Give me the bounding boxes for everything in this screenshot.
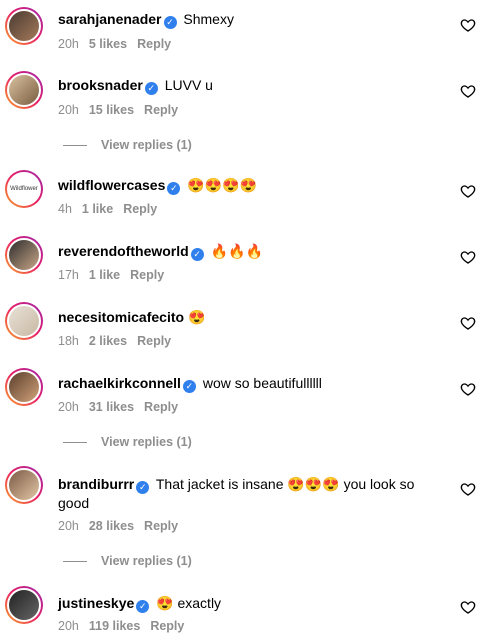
like-heart-icon[interactable] (460, 249, 476, 265)
likes-count[interactable]: 15 likes (89, 103, 134, 117)
like-heart-icon[interactable] (460, 17, 476, 33)
view-replies-button[interactable]: View replies (1) (63, 554, 192, 568)
username[interactable]: justineskye (58, 595, 134, 611)
likes-count[interactable]: 28 likes (89, 519, 134, 533)
username[interactable]: brooksnader (58, 77, 143, 93)
username[interactable]: necesitomicafecito (58, 309, 184, 325)
reply-button[interactable]: Reply (123, 202, 157, 216)
avatar[interactable] (5, 236, 43, 274)
likes-count[interactable]: 31 likes (89, 400, 134, 414)
like-heart-icon[interactable] (460, 599, 476, 615)
likes-count[interactable]: 1 like (82, 202, 113, 216)
time: 18h (58, 334, 79, 348)
divider (63, 442, 87, 444)
avatar[interactable] (5, 368, 43, 406)
reply-button[interactable]: Reply (144, 400, 178, 414)
time: 20h (58, 37, 79, 51)
avatar[interactable]: Wildflower (5, 170, 43, 208)
username[interactable]: brandiburrr (58, 476, 134, 492)
reply-button[interactable]: Reply (137, 334, 171, 348)
like-heart-icon[interactable] (460, 83, 476, 99)
divider (63, 561, 87, 563)
like-heart-icon[interactable] (460, 315, 476, 331)
like-heart-icon[interactable] (460, 183, 476, 199)
username[interactable]: wildflowercases (58, 177, 165, 193)
verified-badge-icon: ✓ (136, 481, 150, 494)
comment-text: 😍😍😍😍 (187, 177, 258, 193)
time: 17h (58, 268, 79, 282)
verified-badge-icon: ✓ (190, 248, 204, 261)
like-heart-icon[interactable] (460, 481, 476, 497)
avatar[interactable] (5, 586, 43, 624)
avatar[interactable] (5, 466, 43, 504)
avatar[interactable] (5, 7, 43, 45)
reply-button[interactable]: Reply (130, 268, 164, 282)
username[interactable]: reverendoftheworld (58, 243, 189, 259)
avatar[interactable] (5, 302, 43, 340)
likes-count[interactable]: 1 like (89, 268, 120, 282)
username[interactable]: rachaelkirkconnell (58, 375, 181, 391)
time: 20h (58, 519, 79, 533)
time: 20h (58, 400, 79, 414)
likes-count[interactable]: 119 likes (89, 619, 140, 633)
likes-count[interactable]: 2 likes (89, 334, 127, 348)
verified-badge-icon: ✓ (167, 182, 181, 195)
likes-count[interactable]: 5 likes (89, 37, 127, 51)
time: 20h (58, 619, 79, 633)
reply-button[interactable]: Reply (144, 519, 178, 533)
view-replies-button[interactable]: View replies (1) (63, 138, 192, 152)
reply-button[interactable]: Reply (150, 619, 184, 633)
view-replies-button[interactable]: View replies (1) (63, 435, 192, 449)
reply-button[interactable]: Reply (137, 37, 171, 51)
reply-button[interactable]: Reply (144, 103, 178, 117)
comment-text: Shmexy (183, 11, 234, 27)
comment-text: LUVV u (164, 77, 213, 93)
comment-text: 😍 (187, 309, 206, 325)
verified-badge-icon: ✓ (163, 16, 177, 29)
avatar[interactable] (5, 71, 43, 109)
like-heart-icon[interactable] (460, 381, 476, 397)
verified-badge-icon: ✓ (144, 82, 158, 95)
verified-badge-icon: ✓ (136, 600, 150, 613)
verified-badge-icon: ✓ (182, 380, 196, 393)
comment-text: 😍 exactly (156, 595, 222, 611)
username[interactable]: sarahjanenader (58, 11, 162, 27)
time: 20h (58, 103, 79, 117)
divider (63, 145, 87, 147)
time: 4h (58, 202, 72, 216)
comment-text: 🔥🔥🔥 (210, 243, 263, 259)
comment-text: wow so beautifullllll (202, 375, 322, 391)
